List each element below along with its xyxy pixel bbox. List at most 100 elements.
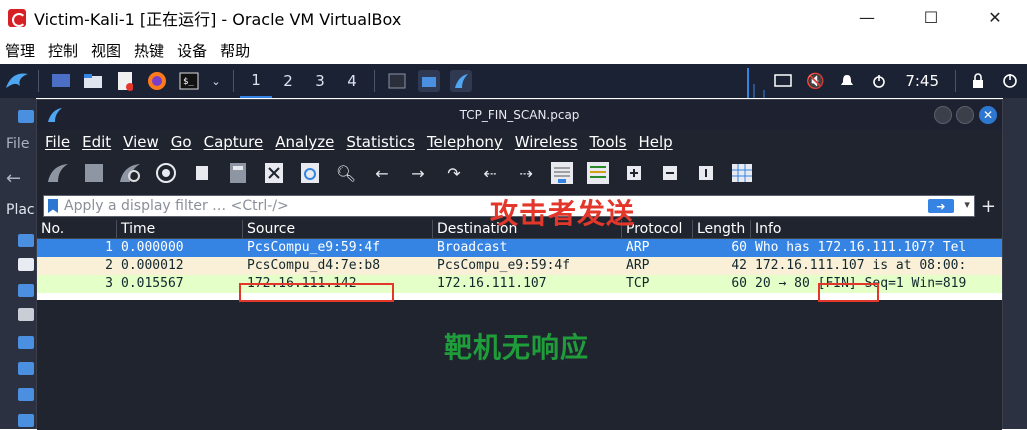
vbox-menu-devices[interactable]: 设备	[177, 40, 207, 61]
annotation-attacker-sends: 攻击者发送	[490, 197, 636, 230]
terminal-task-icon[interactable]	[386, 70, 408, 92]
bookmark-icon[interactable]	[48, 199, 58, 213]
start-capture-icon[interactable]	[45, 160, 71, 186]
menu-wireless[interactable]: Wireless	[515, 133, 578, 151]
menu-telephony[interactable]: Telephony	[427, 133, 503, 151]
folder-icon	[18, 284, 34, 297]
apply-filter-arrow-icon[interactable]: ➜	[927, 199, 954, 213]
desktop-icon[interactable]	[50, 70, 72, 92]
open-file-icon[interactable]	[189, 160, 215, 186]
files-task-icon[interactable]	[418, 70, 440, 92]
add-filter-button[interactable]: +	[981, 196, 996, 217]
packet-no: 3	[105, 276, 113, 291]
zoom-in-icon[interactable]	[621, 160, 647, 186]
zoom-out-icon[interactable]	[657, 160, 683, 186]
vbox-menu-control[interactable]: 控制	[48, 40, 78, 61]
restart-capture-icon[interactable]	[117, 160, 143, 186]
close-button[interactable]: ✕	[963, 0, 1027, 35]
resize-columns-icon[interactable]	[729, 160, 755, 186]
logout-icon[interactable]	[999, 70, 1021, 92]
file-menu-label: File	[6, 136, 30, 152]
go-forward-icon[interactable]: →	[405, 160, 431, 186]
host-titlebar: Victim-Kali-1 [正在运行] - Oracle VM Virtual…	[0, 0, 1027, 35]
packet-no: 2	[105, 258, 113, 273]
terminal-icon[interactable]: $_	[178, 70, 200, 92]
wireshark-close-button[interactable]: ✕	[979, 106, 997, 124]
folder-icon	[18, 414, 34, 427]
first-packet-icon[interactable]: ⇠	[477, 160, 503, 186]
packet-row[interactable]: 1 0.000000 PcsCompu_e9:59:4f Broadcast A…	[37, 239, 1002, 257]
folder-icon	[18, 110, 34, 123]
chevron-down-icon[interactable]: ⌄	[210, 70, 222, 92]
packet-source: PcsCompu_d4:7e:b8	[247, 258, 381, 273]
workspace-1[interactable]: 1	[240, 64, 272, 98]
menu-analyze[interactable]: Analyze	[275, 133, 334, 151]
menu-help[interactable]: Help	[638, 133, 672, 151]
vbox-menu-view[interactable]: 视图	[91, 40, 121, 61]
colorize-icon[interactable]	[585, 160, 611, 186]
places-label: Plac	[6, 202, 35, 218]
filter-placeholder: Apply a display filter … <Ctrl-/>	[64, 198, 289, 214]
annotation-target-no-response: 靶机无响应	[444, 331, 590, 364]
find-packet-icon[interactable]: 🔍︎	[333, 160, 359, 186]
wireshark-maximize-button[interactable]	[956, 106, 974, 124]
menu-tools[interactable]: Tools	[590, 133, 627, 151]
desktop-right-edge	[1003, 98, 1027, 429]
col-info[interactable]: Info	[751, 220, 1002, 238]
kali-top-panel: $_ ⌄ 1 2 3 4 🔇 7:45	[0, 64, 1027, 98]
normal-size-icon[interactable]	[693, 160, 719, 186]
text-editor-icon[interactable]	[114, 70, 136, 92]
packet-time: 0.000000	[121, 240, 184, 255]
display-icon[interactable]	[772, 70, 794, 92]
chevron-down-icon[interactable]: ▾	[964, 198, 970, 211]
kali-menu-icon[interactable]	[2, 66, 32, 96]
reload-file-icon[interactable]	[297, 160, 323, 186]
folder-icon	[18, 234, 34, 247]
go-back-icon[interactable]: ←	[369, 160, 395, 186]
menu-go[interactable]: Go	[171, 133, 192, 151]
mute-icon[interactable]: 🔇	[804, 70, 826, 92]
maximize-button[interactable]: ☐	[899, 0, 963, 35]
col-length[interactable]: Length	[693, 220, 751, 238]
menu-edit[interactable]: Edit	[82, 133, 111, 151]
lock-icon[interactable]	[967, 70, 989, 92]
autoscroll-icon[interactable]	[549, 160, 575, 186]
close-file-icon[interactable]	[261, 160, 287, 186]
minimize-button[interactable]: —	[835, 0, 899, 35]
power-icon[interactable]	[868, 70, 890, 92]
wireshark-minimize-button[interactable]	[934, 106, 952, 124]
col-source[interactable]: Source	[243, 220, 433, 238]
save-file-icon[interactable]	[225, 160, 251, 186]
svg-text:$_: $_	[183, 77, 194, 87]
packet-row[interactable]: 2 0.000012 PcsCompu_d4:7e:b8 PcsCompu_e9…	[37, 257, 1002, 275]
host-window-title: Victim-Kali-1 [正在运行] - Oracle VM Virtual…	[34, 9, 402, 29]
col-no[interactable]: No.	[37, 220, 117, 238]
firefox-icon[interactable]	[146, 70, 168, 92]
file-manager-icon[interactable]	[82, 70, 104, 92]
vbox-menu-help[interactable]: 帮助	[220, 40, 250, 61]
wireshark-window: TCP_FIN_SCAN.pcap ✕ File Edit View Go Ca…	[36, 99, 1003, 430]
menu-view[interactable]: View	[123, 133, 159, 151]
vbox-menu-hotkey[interactable]: 热键	[134, 40, 164, 61]
wireshark-menubar: File Edit View Go Capture Analyze Statis…	[37, 130, 1002, 154]
stop-capture-icon[interactable]	[81, 160, 107, 186]
packet-time: 0.015567	[121, 276, 184, 291]
workspace-3[interactable]: 3	[304, 64, 336, 98]
last-packet-icon[interactable]: ⇢	[513, 160, 539, 186]
wireshark-titlebar: TCP_FIN_SCAN.pcap ✕	[37, 100, 1002, 130]
folder-icon	[18, 336, 34, 349]
menu-file[interactable]: File	[45, 133, 70, 151]
menu-statistics[interactable]: Statistics	[346, 133, 415, 151]
menu-capture[interactable]: Capture	[204, 133, 264, 151]
bell-icon[interactable]	[836, 70, 858, 92]
capture-options-icon[interactable]	[153, 160, 179, 186]
vbox-menu-manage[interactable]: 管理	[5, 40, 35, 61]
wireshark-task-icon[interactable]	[450, 70, 472, 92]
go-to-packet-icon[interactable]: ↷	[441, 160, 467, 186]
folder-icon	[18, 362, 34, 375]
workspace-2[interactable]: 2	[272, 64, 304, 98]
back-arrow-icon[interactable]: ←	[6, 168, 28, 189]
col-time[interactable]: Time	[117, 220, 243, 238]
workspace-4[interactable]: 4	[336, 64, 368, 98]
trash-icon	[18, 308, 34, 321]
